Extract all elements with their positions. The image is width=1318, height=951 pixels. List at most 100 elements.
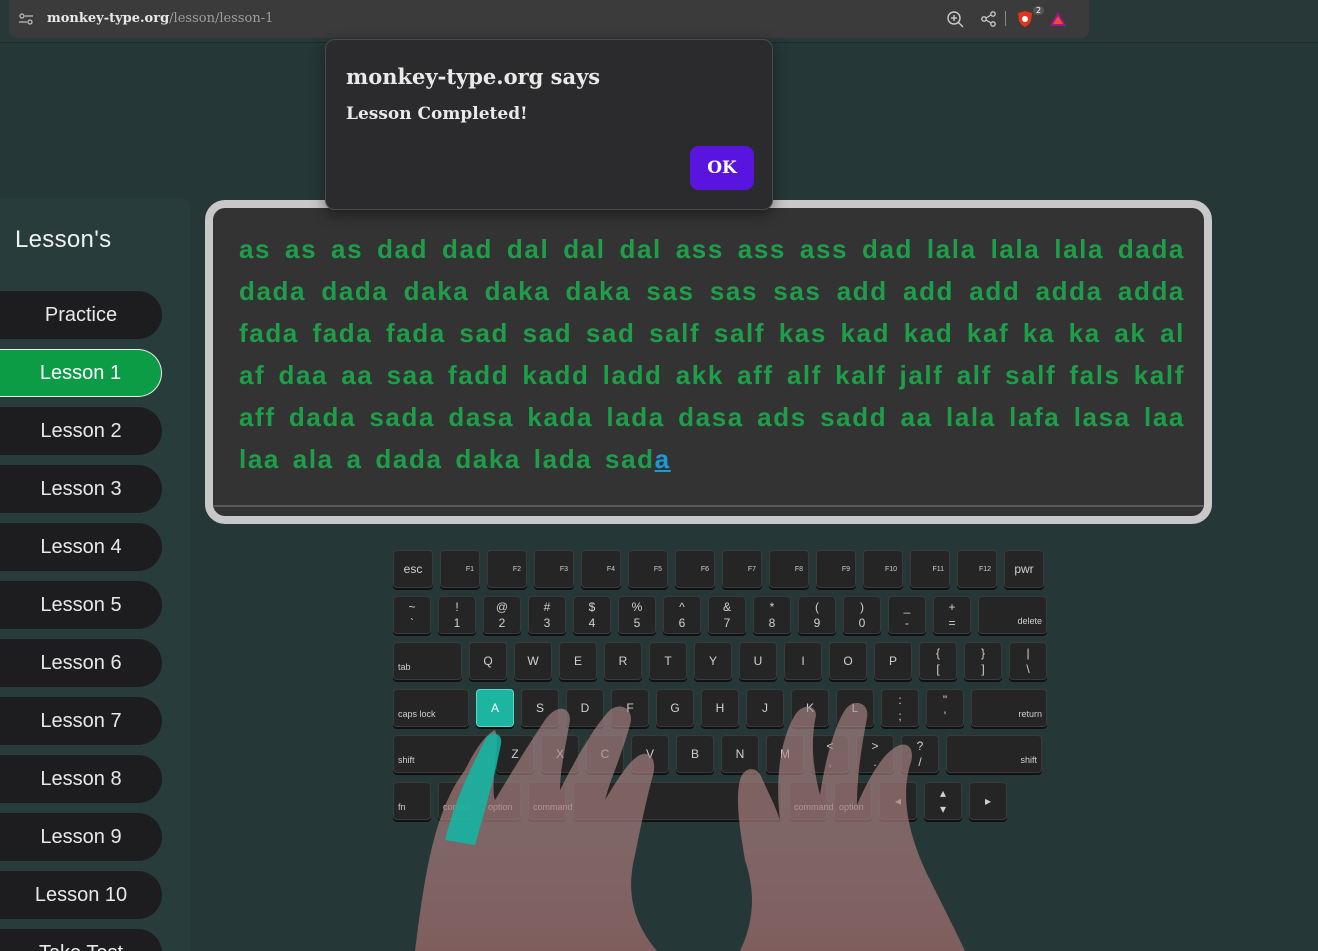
c-key[interactable]: C bbox=[586, 735, 624, 773]
a-key[interactable]: A bbox=[476, 689, 514, 727]
r-key[interactable]: R bbox=[604, 642, 642, 680]
w-key[interactable]: W bbox=[514, 642, 552, 680]
p-key[interactable]: P bbox=[874, 642, 912, 680]
typing-area[interactable]: as as as dad dad dal dal dal ass ass ass… bbox=[205, 200, 1212, 524]
symbol-key[interactable]: | \ bbox=[1009, 642, 1047, 680]
n-key[interactable]: N bbox=[721, 735, 759, 773]
sidebar-item-lesson-1[interactable]: Lesson 1 bbox=[0, 349, 162, 397]
e-key[interactable]: E bbox=[559, 642, 597, 680]
4-key[interactable]: $4 bbox=[573, 596, 611, 634]
sidebar-item-lesson-8[interactable]: Lesson 8 bbox=[0, 755, 162, 803]
sidebar-item-lesson-2[interactable]: Lesson 2 bbox=[0, 407, 162, 455]
f7-key[interactable]: F7 bbox=[722, 550, 762, 588]
shift-key[interactable]: shift bbox=[946, 735, 1042, 773]
v-key[interactable]: V bbox=[631, 735, 669, 773]
3-key[interactable]: #3 bbox=[528, 596, 566, 634]
sidebar-item-lesson-6[interactable]: Lesson 6 bbox=[0, 639, 162, 687]
symbol-key[interactable]: {[ bbox=[919, 642, 957, 680]
sidebar-item-lesson-9[interactable]: Lesson 9 bbox=[0, 813, 162, 861]
o-key[interactable]: O bbox=[829, 642, 867, 680]
b-key[interactable]: B bbox=[676, 735, 714, 773]
space-key[interactable] bbox=[573, 782, 782, 820]
sidebar-item-lesson-5[interactable]: Lesson 5 bbox=[0, 581, 162, 629]
j-key[interactable]: J bbox=[746, 689, 784, 727]
symbol-key[interactable]: }] bbox=[964, 642, 1002, 680]
option-key[interactable]: option bbox=[834, 782, 872, 820]
g-key[interactable]: G bbox=[656, 689, 694, 727]
f1-key[interactable]: F1 bbox=[440, 550, 480, 588]
u-key[interactable]: U bbox=[739, 642, 777, 680]
symbol-key[interactable]: ◂ bbox=[879, 782, 917, 820]
0-key[interactable]: ) 0 bbox=[843, 596, 881, 634]
symbol-key[interactable]: >. bbox=[856, 735, 894, 773]
keyboard-row: tab Q W E R T Y U I O P{[}] | \ bbox=[393, 642, 1047, 680]
6-key[interactable]: ^ 6 bbox=[663, 596, 701, 634]
fn-key[interactable]: fn bbox=[393, 782, 431, 820]
delete-key[interactable]: delete bbox=[978, 596, 1047, 634]
sidebar-item-lesson-3[interactable]: Lesson 3 bbox=[0, 465, 162, 513]
key-label: F9 bbox=[841, 565, 850, 573]
symbol-key[interactable]: ? / bbox=[901, 735, 939, 773]
caps-lock-key[interactable]: caps lock bbox=[393, 689, 469, 727]
sidebar-item-lesson-10[interactable]: Lesson 10 bbox=[0, 871, 162, 919]
option-key[interactable]: option bbox=[483, 782, 521, 820]
f9-key[interactable]: F9 bbox=[816, 550, 856, 588]
x-key[interactable]: X bbox=[541, 735, 579, 773]
m-key[interactable]: M bbox=[766, 735, 804, 773]
sidebar-item-practice[interactable]: Practice bbox=[0, 291, 162, 339]
zoom-icon[interactable] bbox=[946, 10, 964, 28]
sidebar-item-take-test[interactable]: Take Test bbox=[0, 929, 162, 951]
s-key[interactable]: S bbox=[521, 689, 559, 727]
f4-key[interactable]: F4 bbox=[581, 550, 621, 588]
q-key[interactable]: Q bbox=[469, 642, 507, 680]
brave-shields-icon[interactable] bbox=[1016, 10, 1034, 28]
control-key[interactable]: control bbox=[438, 782, 476, 820]
1-key[interactable]: ! 1 bbox=[438, 596, 476, 634]
return-key[interactable]: return bbox=[971, 689, 1047, 727]
sidebar-item-lesson-4[interactable]: Lesson 4 bbox=[0, 523, 162, 571]
command-key[interactable]: command bbox=[528, 782, 573, 820]
f11-key[interactable]: F11 bbox=[910, 550, 950, 588]
7-key[interactable]: & 7 bbox=[708, 596, 746, 634]
f12-key[interactable]: F12 bbox=[957, 550, 997, 588]
2-key[interactable]: @2 bbox=[483, 596, 521, 634]
brave-rewards-icon[interactable] bbox=[1049, 10, 1067, 28]
symbol-key[interactable]: ▴ ▾ bbox=[924, 782, 962, 820]
9-key[interactable]: (9 bbox=[798, 596, 836, 634]
f-key[interactable]: F bbox=[611, 689, 649, 727]
d-key[interactable]: D bbox=[566, 689, 604, 727]
f6-key[interactable]: F6 bbox=[675, 550, 715, 588]
tab-key[interactable]: tab bbox=[393, 642, 462, 680]
i-key[interactable]: I bbox=[784, 642, 822, 680]
5-key[interactable]: % 5 bbox=[618, 596, 656, 634]
address-bar[interactable]: monkey-type.org/lesson/lesson-1 2 bbox=[9, 0, 1089, 38]
tune-icon[interactable] bbox=[18, 11, 34, 27]
y-key[interactable]: Y bbox=[694, 642, 732, 680]
pwr-key[interactable]: pwr bbox=[1004, 550, 1044, 588]
f10-key[interactable]: F10 bbox=[863, 550, 903, 588]
l-key[interactable]: L bbox=[836, 689, 874, 727]
f5-key[interactable]: F5 bbox=[628, 550, 668, 588]
z-key[interactable]: Z bbox=[496, 735, 534, 773]
h-key[interactable]: H bbox=[701, 689, 739, 727]
sidebar-item-lesson-7[interactable]: Lesson 7 bbox=[0, 697, 162, 745]
t-key[interactable]: T bbox=[649, 642, 687, 680]
share-icon[interactable] bbox=[980, 10, 998, 28]
symbol-key[interactable]: " ' bbox=[926, 689, 964, 727]
symbol-key[interactable]: _ - bbox=[888, 596, 926, 634]
k-key[interactable]: K bbox=[791, 689, 829, 727]
symbol-key[interactable]: <, bbox=[811, 735, 849, 773]
f2-key[interactable]: F2 bbox=[487, 550, 527, 588]
command-key[interactable]: command bbox=[789, 782, 834, 820]
symbol-key[interactable]: ~ ` bbox=[393, 596, 431, 634]
symbol-key[interactable]: ▸ bbox=[969, 782, 1007, 820]
f3-key[interactable]: F3 bbox=[534, 550, 574, 588]
symbol-key[interactable]: + = bbox=[933, 596, 971, 634]
f8-key[interactable]: F8 bbox=[769, 550, 809, 588]
symbol-key[interactable]: :; bbox=[881, 689, 919, 727]
esc-key[interactable]: esc bbox=[393, 550, 433, 588]
url-text[interactable]: monkey-type.org/lesson/lesson-1 bbox=[47, 11, 273, 26]
8-key[interactable]: * 8 bbox=[753, 596, 791, 634]
ok-button[interactable]: OK bbox=[690, 146, 754, 190]
shift-key[interactable]: shift bbox=[393, 735, 489, 773]
